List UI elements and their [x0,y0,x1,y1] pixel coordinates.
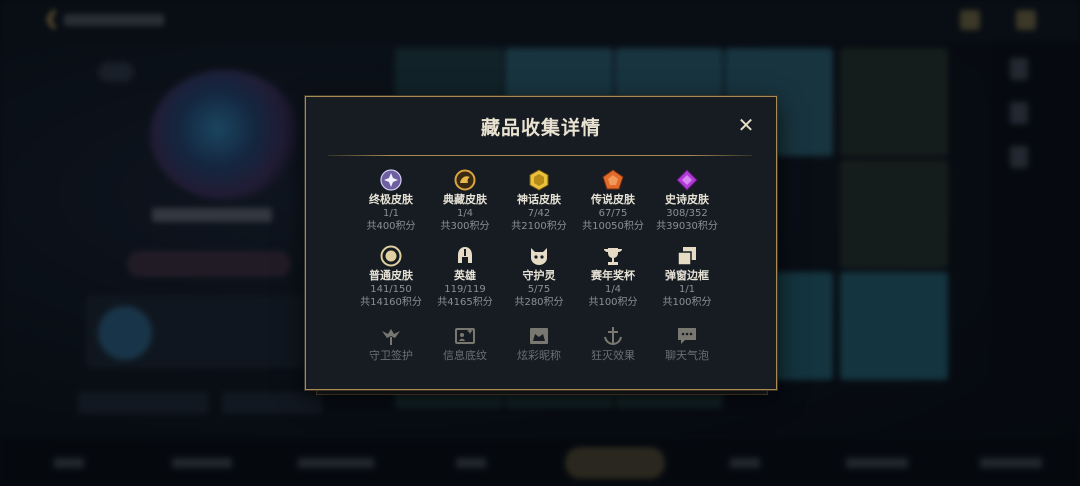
category-name: 聊天气泡 [665,349,709,362]
category-count: 308/352 [666,208,708,219]
category-chat-bubble[interactable]: 聊天气泡 [642,325,732,363]
ultimate-skin-icon [380,169,402,191]
myth-skin-icon [529,169,549,191]
category-name: 史诗皮肤 [665,193,709,206]
epic-skin-icon [676,169,698,191]
trophy-icon [604,248,622,265]
info-card-icon [455,328,475,344]
title-divider [328,155,752,156]
category-popup-border[interactable]: 弹窗边框 1/1 共100积分 [642,245,732,309]
legendary-skin-icon [602,169,624,190]
mythic-skin-icon [454,169,476,191]
popup-border-icon [677,247,696,266]
chat-bubble-icon [678,328,696,344]
champion-helmet-icon [458,247,472,263]
collection-details-modal: 藏品收集详情 ✕ 终极皮肤 1/1 共400积分 典藏皮肤 1/4 共300积分… [305,96,777,390]
category-points: 共39030积分 [656,221,718,232]
modal-title: 藏品收集详情 [480,117,601,139]
chroma-name-icon [530,328,548,344]
finisher-effect-icon [604,327,622,346]
category-name: 弹窗边框 [665,269,709,282]
standard-skin-icon [380,245,402,267]
ward-icon [382,329,400,345]
category-count: 1/1 [678,284,696,295]
category-points: 共100积分 [662,297,712,308]
close-icon[interactable]: ✕ [736,115,756,135]
guardian-spirit-icon [531,248,547,265]
category-epic-skin[interactable]: 史诗皮肤 308/352 共39030积分 [642,169,732,233]
